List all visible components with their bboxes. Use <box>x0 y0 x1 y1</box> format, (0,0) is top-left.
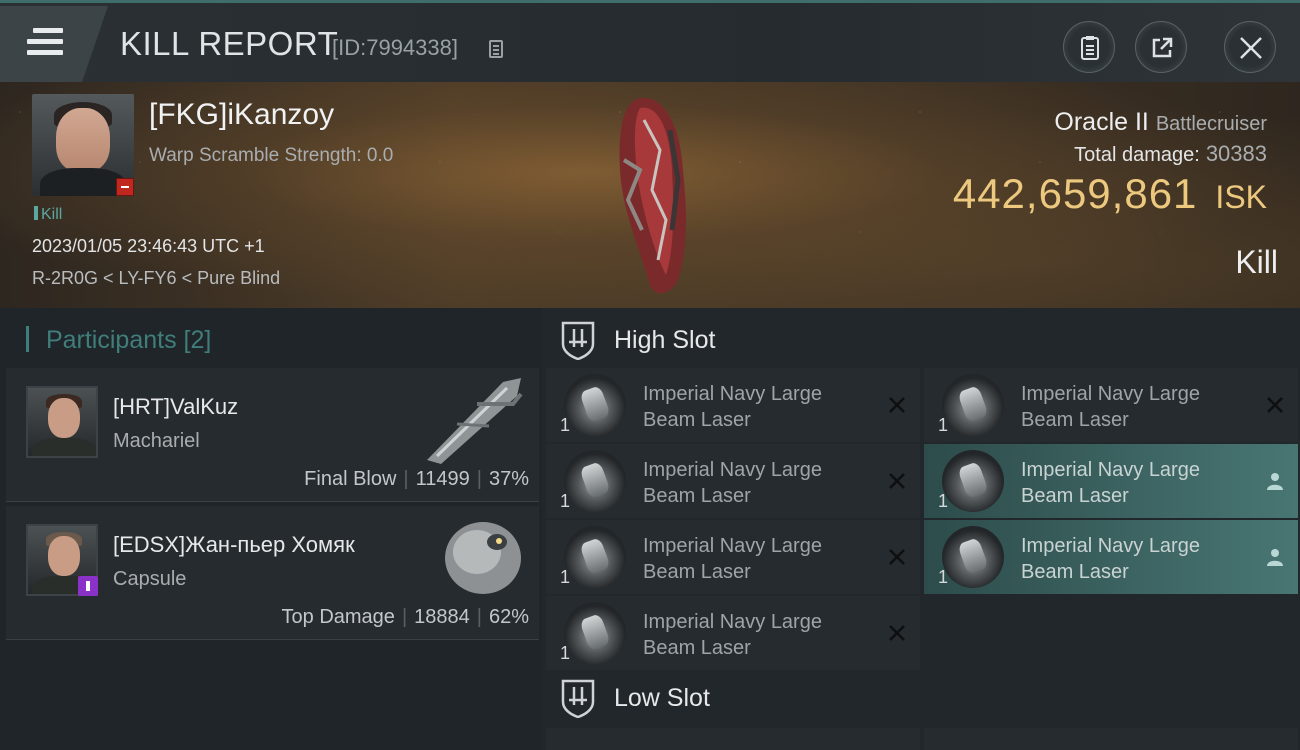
participant-role: Final Blow <box>304 468 397 490</box>
kill-location[interactable]: R-2R0G < LY-FY6 < Pure Blind <box>32 268 280 289</box>
destroyed-x-icon <box>889 549 905 565</box>
isk-amount: 442,659,861 <box>952 170 1198 217</box>
participant-name[interactable]: [HRT]ValKuz <box>113 394 238 420</box>
high-slot-label: High Slot <box>614 326 716 354</box>
module-item[interactable]: 1 Imperial Navy Large Beam Laser <box>546 368 920 442</box>
isk-value-line: 442,659,861 ISK <box>953 170 1267 218</box>
participant-percent: 62% <box>488 606 529 628</box>
kill-datetime: 2023/01/05 23:46:43 UTC +1 <box>32 236 265 256</box>
participant-damage: 11499 <box>415 468 470 490</box>
dropped-person-icon <box>1267 549 1283 566</box>
module-qty: 1 <box>938 415 949 435</box>
warp-scramble-text: Warp Scramble Strength: 0.0 <box>149 145 394 166</box>
high-slot-icon <box>561 321 595 360</box>
module-item[interactable]: 1 Imperial Navy Large Beam Laser <box>546 444 920 518</box>
share-button[interactable] <box>1135 21 1187 73</box>
clipboard-button[interactable] <box>1063 21 1115 73</box>
high-slot-heading: High Slot <box>560 321 716 360</box>
beam-laser-icon <box>942 526 1004 588</box>
module-item-dropped[interactable]: 1 Imperial Navy Large Beam Laser <box>924 444 1298 518</box>
menu-icon <box>27 28 63 58</box>
module-qty: 1 <box>938 567 949 587</box>
beam-laser-icon <box>942 374 1004 436</box>
info-badge-icon <box>78 576 98 596</box>
beam-laser-icon <box>942 450 1004 512</box>
participants-panel: Participants [2] [HRT]ValKuz Machariel F… <box>0 308 542 750</box>
module-name: Imperial Navy Large Beam Laser <box>643 459 822 507</box>
copy-icon[interactable] <box>489 40 503 58</box>
module-qty: 1 <box>938 491 949 511</box>
victim-ship-name[interactable]: Oracle II <box>1054 108 1148 136</box>
module-name: Imperial Navy Large Beam Laser <box>1021 535 1200 583</box>
module-name: Imperial Navy Large Beam Laser <box>643 535 822 583</box>
total-damage-value: 30383 <box>1205 141 1267 166</box>
participant-damage: 18884 <box>414 606 470 628</box>
close-icon <box>1240 37 1262 59</box>
standing-minus-icon <box>116 178 134 196</box>
page-title: KILL REPORT <box>120 25 339 62</box>
low-slot-heading: Low Slot <box>560 679 710 718</box>
module-item[interactable]: 1 Imperial Navy Large Beam Laser <box>924 368 1298 442</box>
victim-banner: [FKG]iKanzoy Warp Scramble Strength: 0.0… <box>0 82 1300 308</box>
participant-avatar[interactable] <box>26 386 98 458</box>
victim-ship-class: Battlecruiser <box>1155 113 1267 135</box>
kill-outcome: Kill <box>1235 244 1278 280</box>
victim-name[interactable]: [FKG]iKanzoy <box>149 98 334 132</box>
module-item-dropped[interactable]: 1 Imperial Navy Large Beam Laser <box>924 520 1298 594</box>
header-bar: KILL REPORT [ID:7994338] <box>0 0 1300 82</box>
close-button[interactable] <box>1224 21 1276 73</box>
destroyed-x-icon <box>889 397 905 413</box>
fitting-panel: High Slot 1 Imperial Navy Large Beam Lase… <box>542 308 1300 750</box>
participant-ship: Machariel <box>113 430 200 452</box>
menu-button[interactable] <box>0 6 108 82</box>
dropped-person-icon <box>1267 473 1283 490</box>
module-name: Imperial Navy Large Beam Laser <box>643 383 822 431</box>
participant-percent: 37% <box>488 468 529 490</box>
isk-unit: ISK <box>1215 179 1267 215</box>
participants-count: [2] <box>183 326 212 354</box>
participants-heading: Participants [2] <box>26 326 211 355</box>
participant-ship: Capsule <box>113 568 187 590</box>
module-name: Imperial Navy Large Beam Laser <box>643 611 822 659</box>
victim-ship-line: Oracle II Battlecruiser <box>1054 108 1267 137</box>
destroyed-x-icon <box>889 473 905 489</box>
participant-stats: Top Damage | 18884 | 62% <box>281 606 529 628</box>
participant-role: Top Damage <box>281 606 395 628</box>
beam-laser-icon <box>564 526 626 588</box>
machariel-ship-icon[interactable] <box>417 374 529 466</box>
module-item-partial[interactable] <box>546 728 920 750</box>
module-item-partial[interactable] <box>924 728 1298 750</box>
participant-card[interactable]: [EDSX]Жан-пьер Хомяк Capsule Top Damage |… <box>6 506 539 640</box>
module-qty: 1 <box>560 415 571 435</box>
beam-laser-icon <box>564 374 626 436</box>
module-qty: 1 <box>560 491 571 511</box>
module-qty: 1 <box>560 643 571 663</box>
participants-label: Participants <box>45 326 177 354</box>
capsule-ship-icon[interactable] <box>437 514 529 602</box>
total-damage-label: Total damage: <box>1074 144 1200 166</box>
kill-tag: Kill <box>34 206 62 224</box>
clipboard-icon <box>1081 36 1099 60</box>
share-icon <box>1152 37 1173 58</box>
destroyed-x-icon <box>889 625 905 641</box>
module-name: Imperial Navy Large Beam Laser <box>1021 383 1200 431</box>
participant-name[interactable]: [EDSX]Жан-пьер Хомяк <box>113 532 355 558</box>
beam-laser-icon <box>564 602 626 664</box>
beam-laser-icon <box>564 450 626 512</box>
module-qty: 1 <box>560 567 571 587</box>
report-id: [ID:7994338] <box>332 35 458 60</box>
module-name: Imperial Navy Large Beam Laser <box>1021 459 1200 507</box>
module-item[interactable]: 1 Imperial Navy Large Beam Laser <box>546 520 920 594</box>
participant-card[interactable]: [HRT]ValKuz Machariel Final Blow | 11499 | 3… <box>6 368 539 502</box>
low-slot-icon <box>561 679 595 718</box>
participant-stats: Final Blow | 11499 | 37% <box>304 468 529 490</box>
low-slot-label: Low Slot <box>614 684 710 712</box>
destroyed-x-icon <box>1267 397 1283 413</box>
module-item[interactable]: 1 Imperial Navy Large Beam Laser <box>546 596 920 670</box>
total-damage: Total damage: 30383 <box>1074 141 1267 167</box>
victim-ship-image[interactable] <box>600 90 710 300</box>
